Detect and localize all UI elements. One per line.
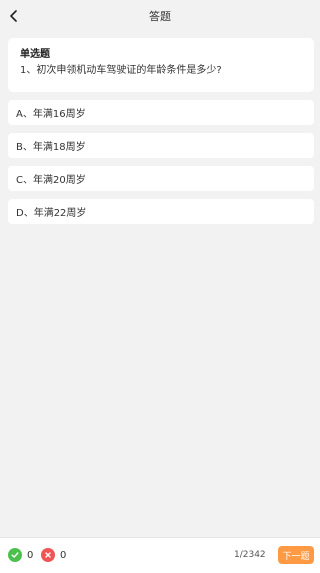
option-b[interactable]: B、年满18周岁: [8, 133, 314, 158]
option-c[interactable]: C、年满20周岁: [8, 166, 314, 191]
chevron-left-icon: [10, 10, 17, 22]
page-title: 答题: [149, 10, 171, 23]
option-d[interactable]: D、年满22周岁: [8, 199, 314, 224]
option-a[interactable]: A、年满16周岁: [8, 100, 314, 125]
back-button[interactable]: [4, 6, 24, 26]
wrong-count: 0: [60, 549, 67, 561]
progress-indicator: 1/2342: [234, 550, 266, 560]
next-question-button[interactable]: 下一题: [278, 546, 314, 564]
close-icon: [41, 548, 55, 562]
question-card: 单选题 1、初次申领机动车驾驶证的年龄条件是多少?: [8, 38, 314, 92]
check-icon: [8, 548, 22, 562]
top-bar: 答题: [0, 0, 320, 32]
wrong-stat: 0: [41, 548, 66, 562]
correct-count: 0: [27, 549, 34, 561]
bottom-bar: 0 0 1/2342 下一题: [0, 537, 320, 573]
correct-stat: 0: [8, 548, 33, 562]
question-text: 1、初次申领机动车驾驶证的年龄条件是多少?: [20, 65, 222, 76]
question-type-label: 单选题: [20, 49, 50, 60]
